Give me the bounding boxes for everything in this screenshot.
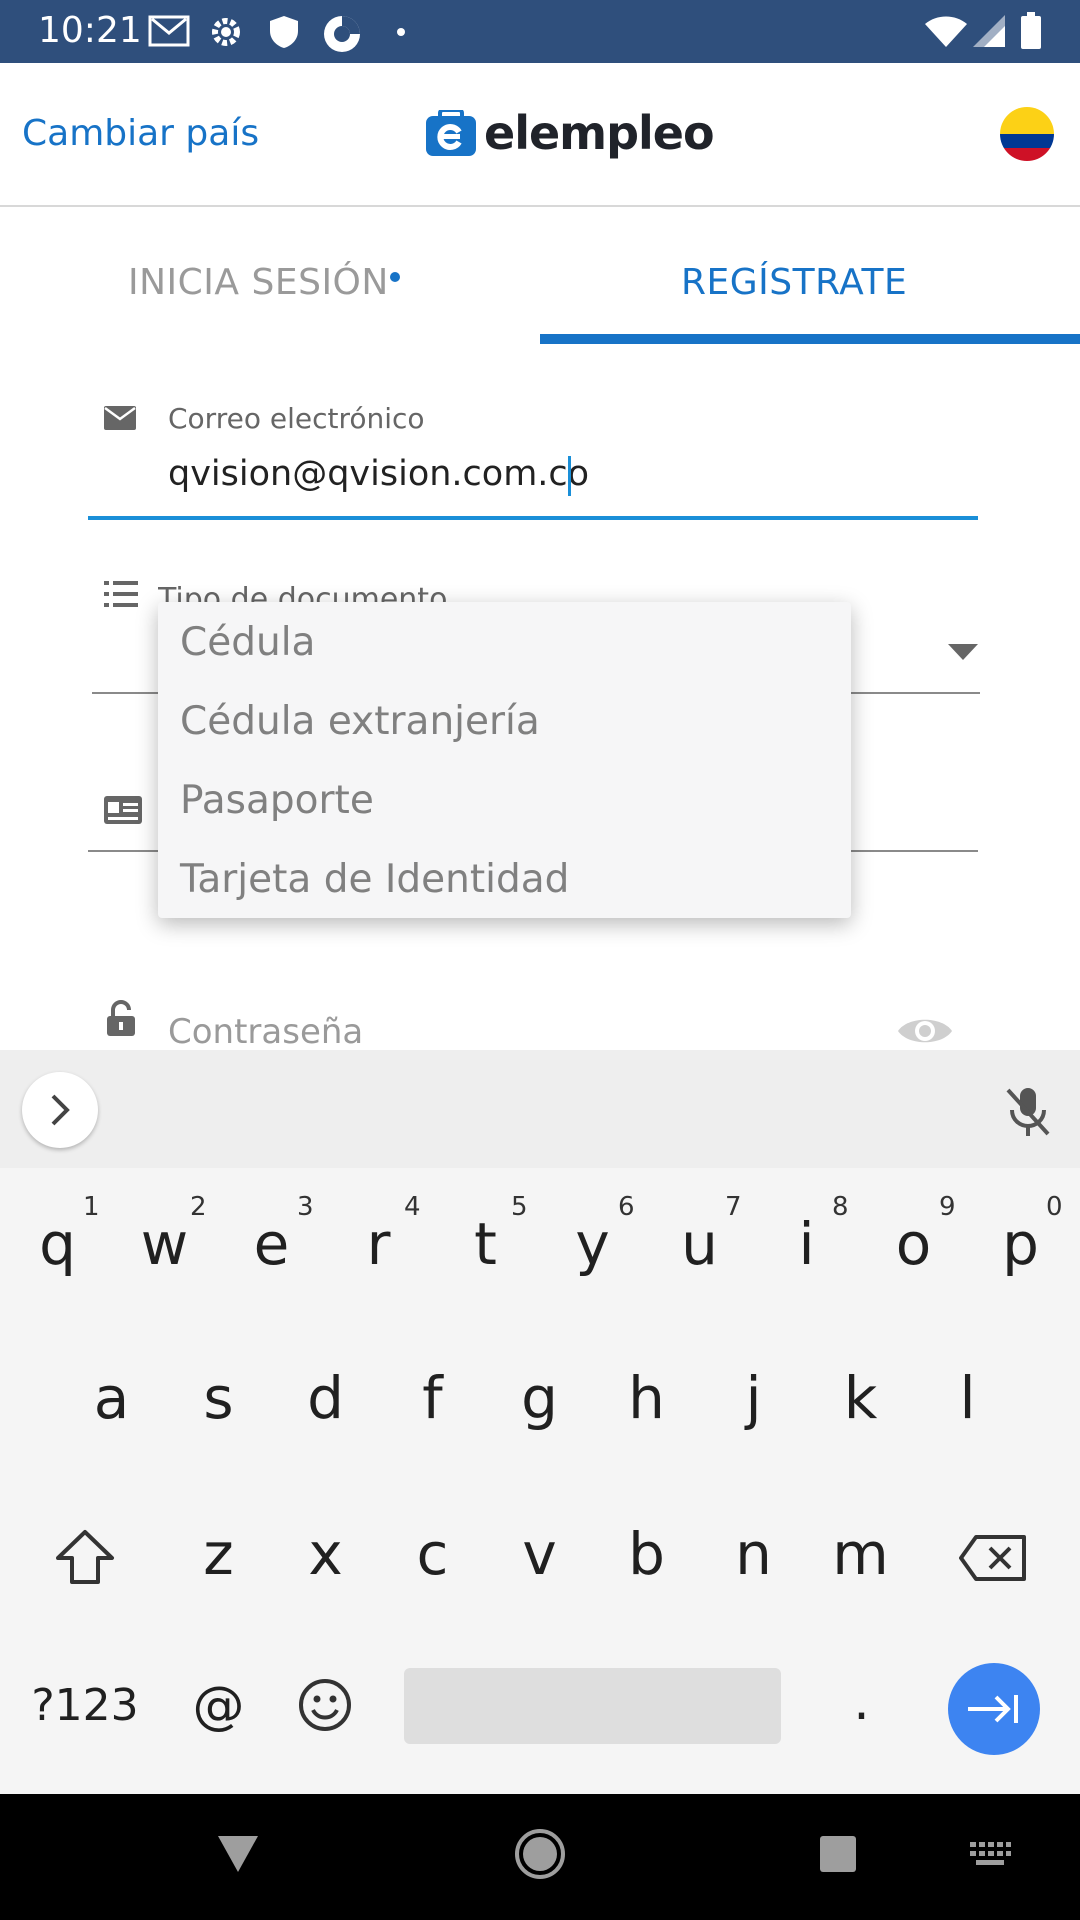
- enter-button[interactable]: [948, 1663, 1040, 1755]
- keyboard-switch-icon[interactable]: [968, 1840, 1012, 1868]
- key-z[interactable]: z: [165, 1520, 272, 1588]
- key-g[interactable]: g: [486, 1364, 593, 1432]
- enter-arrow-icon: [968, 1695, 1018, 1723]
- key-symbols[interactable]: ?123: [22, 1680, 148, 1731]
- change-country-link[interactable]: Cambiar país: [22, 113, 259, 154]
- hint-4: 4: [404, 1192, 421, 1222]
- eye-icon[interactable]: [896, 1012, 954, 1050]
- email-value: qvision@qvision.com.co: [168, 454, 590, 494]
- backspace-icon[interactable]: [958, 1534, 1028, 1582]
- key-h[interactable]: h: [593, 1364, 700, 1432]
- key-b[interactable]: b: [593, 1520, 700, 1588]
- elempleo-logo: elempleo: [426, 103, 715, 163]
- hint-9: 9: [939, 1192, 956, 1222]
- navigation-bar: [0, 1794, 1080, 1920]
- back-icon[interactable]: [216, 1834, 260, 1874]
- battery-icon: [1021, 12, 1041, 49]
- key-d[interactable]: d: [272, 1364, 379, 1432]
- shield-icon: [270, 16, 298, 48]
- email-underline: [88, 516, 978, 520]
- key-at[interactable]: @: [165, 1676, 272, 1736]
- colombia-flag-icon[interactable]: [1000, 107, 1054, 161]
- mic-off-icon[interactable]: [1004, 1086, 1052, 1138]
- document-type-label: Tipo de documento: [158, 582, 448, 602]
- hint-1: 1: [83, 1192, 100, 1222]
- hint-2: 2: [190, 1192, 207, 1222]
- hint-5: 5: [511, 1192, 528, 1222]
- settings-icon: [212, 18, 240, 46]
- notification-dot-icon: [397, 28, 405, 36]
- key-n[interactable]: n: [700, 1520, 807, 1588]
- gmail-icon: [148, 15, 190, 47]
- wifi-icon: [925, 16, 967, 47]
- tab-register[interactable]: REGÍSTRATE: [681, 262, 907, 303]
- key-v[interactable]: v: [486, 1520, 593, 1588]
- email-input[interactable]: qvision@qvision.com.co: [88, 440, 978, 516]
- active-tab-underline: [540, 334, 1080, 344]
- spacebar[interactable]: [404, 1668, 781, 1744]
- email-label: Correo electrónico: [168, 402, 425, 435]
- app-header: Cambiar país elempleo: [0, 63, 1080, 207]
- lock-icon: [107, 1000, 135, 1036]
- logo-icon: [426, 110, 476, 156]
- hint-8: 8: [832, 1192, 849, 1222]
- key-s[interactable]: s: [165, 1364, 272, 1432]
- option-tarjeta-identidad[interactable]: Tarjeta de Identidad: [180, 857, 569, 902]
- browser-icon: [324, 16, 360, 52]
- tab-indicator-dot: [390, 272, 400, 282]
- key-x[interactable]: x: [272, 1520, 379, 1588]
- keyboard-expand-button[interactable]: [22, 1072, 98, 1148]
- hint-3: 3: [297, 1192, 314, 1222]
- option-cedula-extranjeria[interactable]: Cédula extranjería: [180, 699, 540, 744]
- emoji-icon[interactable]: [298, 1678, 352, 1732]
- logo-text: elempleo: [484, 106, 715, 160]
- chevron-right-icon: [51, 1094, 70, 1126]
- document-type-label-clip: Tipo de documento: [158, 578, 458, 602]
- keyboard-toolbar: [0, 1050, 1080, 1168]
- envelope-icon: [104, 406, 136, 430]
- key-l[interactable]: l: [914, 1364, 1021, 1432]
- recents-icon[interactable]: [818, 1834, 858, 1874]
- key-f[interactable]: f: [379, 1364, 486, 1432]
- tab-login[interactable]: INICIA SESIÓN: [128, 262, 389, 303]
- key-m[interactable]: m: [807, 1520, 914, 1588]
- key-c[interactable]: c: [379, 1520, 486, 1588]
- option-pasaporte[interactable]: Pasaporte: [180, 778, 374, 823]
- key-j[interactable]: j: [700, 1364, 807, 1432]
- shift-icon[interactable]: [54, 1528, 116, 1586]
- key-a[interactable]: a: [58, 1364, 165, 1432]
- document-type-dropdown: Cédula Cédula extranjería Pasaporte Tarj…: [158, 602, 851, 918]
- hint-6: 6: [618, 1192, 635, 1222]
- signal-icon: [973, 15, 1005, 47]
- hint-0: 0: [1046, 1192, 1063, 1222]
- status-time: 10:21: [38, 10, 142, 51]
- key-period[interactable]: .: [808, 1672, 915, 1732]
- status-bar: 10:21: [0, 0, 1080, 63]
- list-icon: [104, 581, 138, 607]
- option-cedula[interactable]: Cédula: [180, 620, 315, 665]
- key-k[interactable]: k: [807, 1364, 914, 1432]
- home-icon[interactable]: [514, 1828, 566, 1880]
- text-caret: [568, 456, 571, 496]
- dropdown-arrow-icon[interactable]: [948, 644, 978, 660]
- password-input[interactable]: Contraseña: [168, 1012, 363, 1052]
- hint-7: 7: [725, 1192, 742, 1222]
